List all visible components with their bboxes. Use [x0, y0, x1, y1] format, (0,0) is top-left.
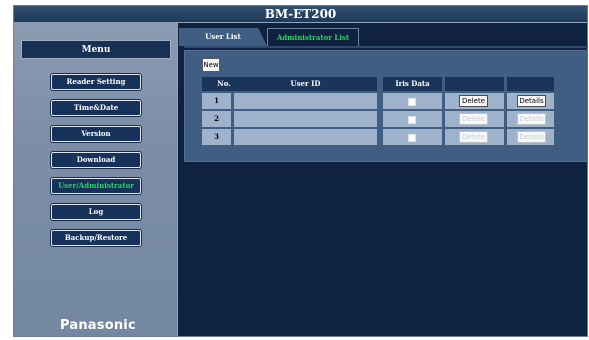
column-header-iris-data: Iris Data [383, 77, 442, 91]
iris-data-checkbox-2[interactable] [408, 116, 416, 124]
iris-data-checkbox-3[interactable] [408, 134, 416, 142]
table-row-1-no: 1 [202, 93, 231, 109]
column-header-user-id: User ID [234, 77, 377, 91]
sidebar-item-reader-setting[interactable]: Reader Setting [51, 74, 141, 90]
sidebar-item-time-date[interactable]: Time&Date [51, 100, 141, 116]
table-row-2-user-id[interactable] [234, 111, 377, 127]
tab-divider [184, 46, 588, 48]
details-button-2: Details [517, 113, 546, 125]
sidebar-item-user-administrator[interactable]: User/Administrator [51, 178, 141, 194]
table-row-3-no: 3 [202, 129, 231, 145]
details-button-1[interactable]: Details [517, 95, 546, 107]
delete-button-1[interactable]: Delete [459, 95, 488, 107]
table-row-3-user-id[interactable] [234, 129, 377, 145]
menu-header: Menu [21, 40, 171, 59]
new-button[interactable]: New [202, 58, 220, 72]
tab-user-list[interactable]: User List [179, 28, 267, 46]
tab-administrator-list[interactable]: Administrator List [267, 28, 359, 47]
column-header-details [507, 77, 554, 91]
sidebar-item-backup-restore[interactable]: Backup/Restore [51, 230, 141, 246]
window-title: BM-ET200 [14, 6, 587, 23]
sidebar-item-version[interactable]: Version [51, 126, 141, 142]
table-row-1-user-id[interactable] [234, 93, 377, 109]
details-button-3: Details [517, 131, 546, 143]
delete-button-2: Delete [459, 113, 488, 125]
delete-button-3: Delete [459, 131, 488, 143]
application-window: BM-ET200 Menu Reader Setting Time&Date V… [13, 5, 588, 337]
sidebar-item-download[interactable]: Download [51, 152, 141, 168]
sidebar: Menu Reader Setting Time&Date Version Do… [14, 22, 178, 336]
sidebar-item-log[interactable]: Log [51, 204, 141, 220]
panasonic-logo: Panasonic [60, 318, 136, 333]
column-header-delete [445, 77, 504, 91]
table-row-2-no: 2 [202, 111, 231, 127]
iris-data-checkbox-1[interactable] [408, 98, 416, 106]
